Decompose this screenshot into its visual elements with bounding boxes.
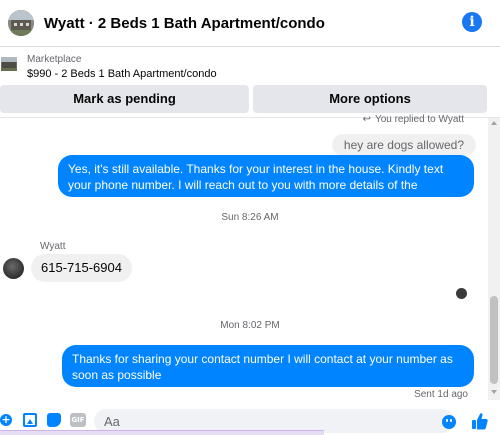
replied-label: ↩ You replied to Wyatt <box>363 114 464 125</box>
incoming-message[interactable]: 615-715-6904 <box>31 254 132 282</box>
replied-label-text: You replied to Wyatt <box>374 114 464 125</box>
seen-indicator-icon <box>456 288 467 299</box>
scroll-down-arrow-icon[interactable] <box>491 390 497 394</box>
chat-title[interactable]: Wyatt · 2 Beds 1 Bath Apartment/condo <box>44 15 325 32</box>
chat-window: Wyatt · 2 Beds 1 Bath Apartment/condo i … <box>0 0 500 435</box>
sender-name: Wyatt <box>40 241 66 252</box>
gif-icon[interactable]: GIF <box>70 413 86 427</box>
thumbs-up-icon[interactable] <box>472 412 488 430</box>
scrollbar-thumb[interactable] <box>490 296 498 384</box>
listing-image <box>1 57 17 71</box>
house-icon <box>1 57 17 71</box>
notification-strip <box>0 430 324 435</box>
header-divider <box>0 46 500 47</box>
listing-source: Marketplace <box>27 54 82 65</box>
message-timestamp: Sun 8:26 AM <box>221 212 279 223</box>
photo-icon[interactable] <box>23 413 37 427</box>
sent-status: Sent 1d ago <box>414 389 468 400</box>
plus-icon[interactable]: + <box>0 414 12 426</box>
house-image <box>8 10 34 36</box>
emoji-icon[interactable] <box>442 415 456 429</box>
sticker-icon[interactable] <box>47 413 61 427</box>
listing-thumbnail[interactable] <box>8 10 34 36</box>
message-timestamp: Mon 8:02 PM <box>220 320 280 331</box>
outgoing-message[interactable]: Thanks for sharing your contact number I… <box>62 345 474 387</box>
scroll-up-arrow-icon[interactable] <box>491 121 497 125</box>
listing-price-title: $990 - 2 Beds 1 Bath Apartment/condo <box>27 68 217 80</box>
outgoing-message[interactable]: Yes, it's still available. Thanks for yo… <box>58 155 474 208</box>
info-icon[interactable]: i <box>462 12 482 32</box>
more-options-button[interactable]: More options <box>253 85 487 113</box>
listing-summary[interactable]: Marketplace $990 - 2 Beds 1 Bath Apartme… <box>0 51 500 85</box>
reply-arrow-icon: ↩ <box>362 114 371 125</box>
sender-avatar[interactable] <box>3 258 24 279</box>
mark-as-pending-button[interactable]: Mark as pending <box>0 85 249 113</box>
chat-header: Wyatt · 2 Beds 1 Bath Apartment/condo i <box>0 0 500 46</box>
quoted-message[interactable]: hey are dogs allowed? <box>331 134 476 156</box>
